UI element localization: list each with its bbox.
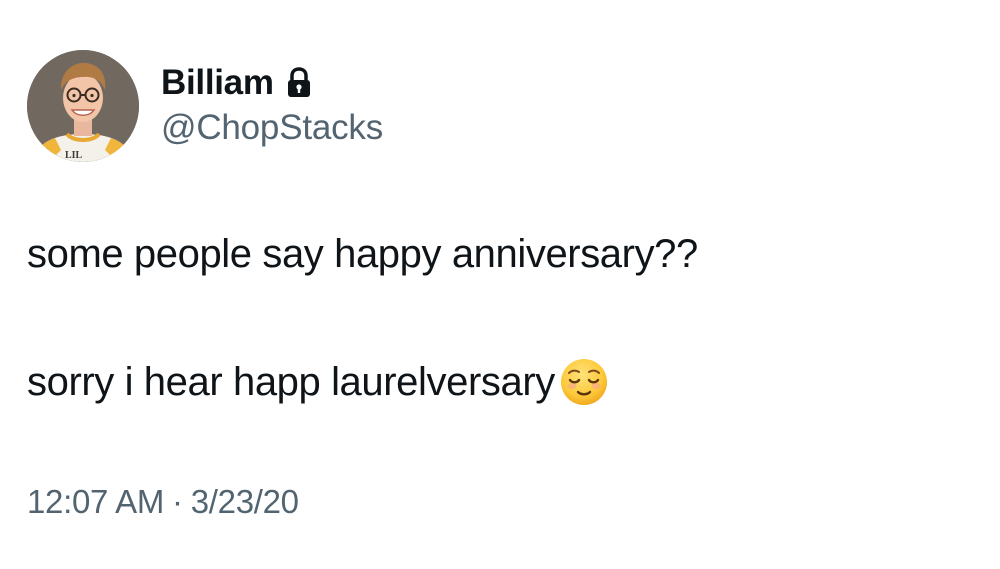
tweet-card: LIL Billiam @ChopStacks some people say … — [0, 0, 1000, 569]
display-name[interactable]: Billiam — [161, 63, 274, 103]
tweet-date: 3/23/20 — [190, 483, 299, 520]
user-handle[interactable]: @ChopStacks — [161, 108, 383, 148]
avatar-image: LIL — [27, 50, 139, 162]
author-name-row: Billiam — [161, 61, 312, 105]
relieved-face-emoji-icon — [559, 357, 609, 407]
avatar[interactable]: LIL — [27, 50, 139, 162]
tweet-time: 12:07 AM — [27, 483, 165, 520]
tweet-timestamp[interactable]: 12:07 AM · 3/23/20 — [27, 483, 299, 521]
tweet-text-line-2-content: sorry i hear happ laurelversary — [27, 359, 555, 404]
lock-icon — [286, 67, 312, 99]
tweet-text-line-2: sorry i hear happ laurelversary — [27, 357, 609, 407]
tweet-text-line-1: some people say happy anniversary?? — [27, 232, 698, 276]
timestamp-separator: · — [172, 483, 183, 520]
avatar-shirt-text: LIL — [65, 150, 83, 161]
